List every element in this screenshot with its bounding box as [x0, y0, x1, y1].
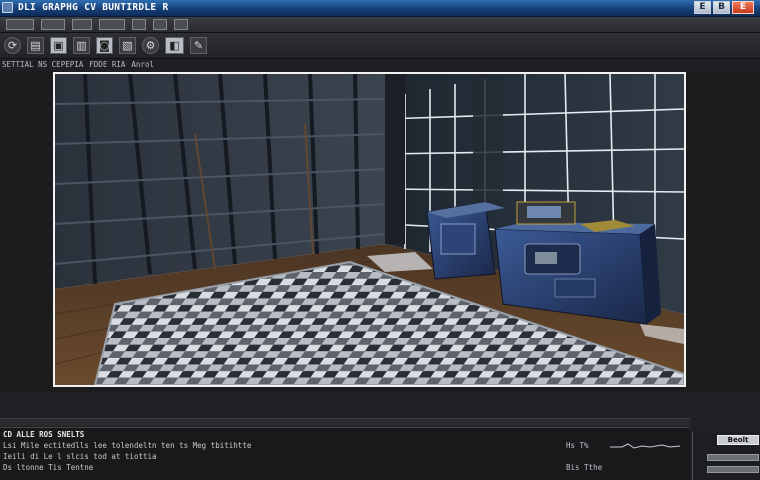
menu-item-edit[interactable]: [41, 19, 65, 30]
readout-label: Bis Tthe: [566, 463, 603, 472]
readout-label: Hs T%: [566, 441, 589, 450]
menu-item-file[interactable]: [6, 19, 34, 30]
refresh-icon[interactable]: ⟳: [4, 37, 21, 54]
tab-settings[interactable]: SETTIAL NS CEPEPIA: [2, 60, 83, 69]
tab-render[interactable]: FDDE RIA: [89, 60, 125, 69]
minimize-button[interactable]: E: [694, 1, 711, 14]
properties-panel: CD ALLE ROS SNELTS Lsi Mile ectitedlls l…: [0, 392, 760, 480]
film-icon[interactable]: ▥: [73, 37, 90, 54]
output-console: CD ALLE ROS SNELTS Lsi Mile ectitedlls l…: [0, 427, 690, 480]
tab-strip: SETTIAL NS CEPEPIA FDDE RIA Anrol: [0, 59, 760, 71]
camera-icon[interactable]: ◙: [96, 37, 113, 54]
toolbar: ⟳ ▤ ▣ ▥ ◙ ▧ ⚙ ◧ ✎: [0, 33, 760, 59]
menu-item-view[interactable]: [72, 19, 92, 30]
layers-icon[interactable]: ▧: [119, 37, 136, 54]
cube-icon[interactable]: ◧: [165, 37, 184, 54]
dock-button[interactable]: Beolt: [717, 435, 759, 445]
panel-divider[interactable]: [0, 418, 690, 426]
dock-slider[interactable]: [707, 454, 759, 461]
window-title: DLI GRAPHG CV BUNTIRDLE R: [18, 2, 169, 13]
console-header: CD ALLE ROS SNELTS: [3, 430, 85, 439]
menu-item-help[interactable]: [174, 19, 188, 30]
title-bar: DLI GRAPHG CV BUNTIRDLE R E B E: [0, 0, 760, 17]
image-icon[interactable]: ▣: [50, 37, 67, 54]
menu-item-window[interactable]: [153, 19, 167, 30]
app-icon[interactable]: [2, 2, 13, 13]
maximize-button[interactable]: B: [713, 1, 730, 14]
menu-item-render[interactable]: [99, 19, 125, 30]
side-dock: Beolt: [692, 432, 760, 480]
dock-slider[interactable]: [707, 466, 759, 473]
close-button[interactable]: E: [732, 1, 754, 14]
tab-control[interactable]: Anrol: [131, 60, 154, 69]
wrench-icon[interactable]: ✎: [190, 37, 207, 54]
console-line: Lsi Mile ectitedlls lee tolendeltn ten t…: [3, 441, 252, 450]
menu-item-tools[interactable]: [132, 19, 146, 30]
folder-icon[interactable]: ▤: [27, 37, 44, 54]
menu-bar: [0, 17, 760, 33]
console-line: Ieili di Le l slcis tod at tiottia: [3, 452, 157, 461]
gear-icon[interactable]: ⚙: [142, 37, 159, 54]
console-line: Ds ltonne Tis Tentne: [3, 463, 94, 472]
render-viewport[interactable]: [55, 74, 684, 385]
viewport-frame: [53, 72, 686, 387]
waveform-graph: [610, 443, 680, 449]
